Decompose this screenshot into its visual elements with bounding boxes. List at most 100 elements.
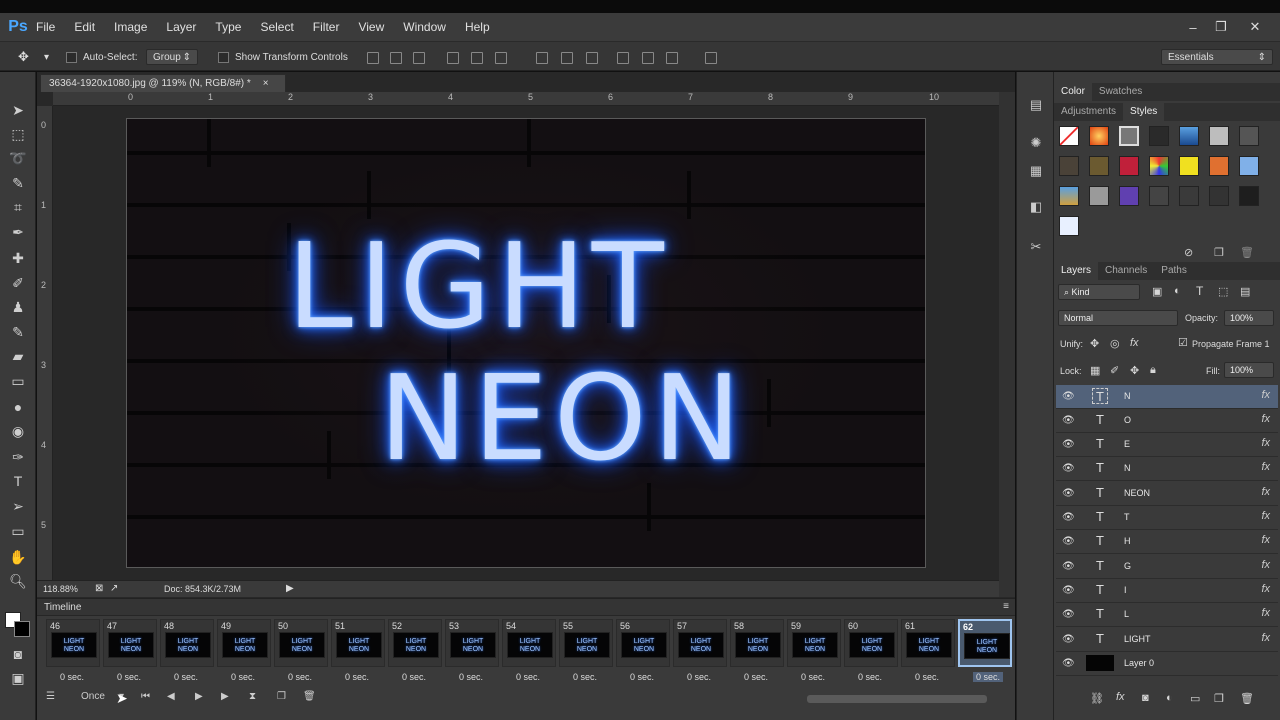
distribute-right-icon[interactable] — [666, 52, 678, 64]
layer-name[interactable]: G — [1124, 561, 1131, 571]
frame-delay[interactable]: 0 sec. — [744, 672, 768, 682]
fill-input[interactable]: 100% — [1224, 362, 1274, 378]
style-swatch[interactable] — [1239, 156, 1259, 176]
quick-select-tool-icon[interactable]: ✎ — [8, 173, 28, 193]
frame-delay[interactable]: 0 sec. — [573, 672, 597, 682]
visibility-eye-icon[interactable]: 👁︎ — [1062, 415, 1075, 426]
neon-text-neon[interactable]: NEON — [379, 359, 747, 477]
layer-name[interactable]: NEON — [1124, 488, 1150, 498]
style-swatch[interactable] — [1209, 126, 1229, 146]
frame-delay-selected[interactable]: 0 sec. — [973, 672, 1004, 682]
distribute-hcenter-icon[interactable] — [642, 52, 654, 64]
layer-effects-icon[interactable]: fx — [1261, 389, 1270, 401]
layer-effects-icon[interactable]: fx — [1261, 632, 1270, 644]
frame-delay[interactable]: 0 sec. — [516, 672, 540, 682]
distribute-left-icon[interactable] — [617, 52, 629, 64]
propagate-checkbox-icon[interactable]: ☑ — [1178, 336, 1188, 349]
frame-delay[interactable]: 0 sec. — [687, 672, 711, 682]
layer-effects-icon[interactable]: fx — [1261, 461, 1270, 473]
auto-align-icon[interactable] — [705, 52, 717, 64]
align-bottom-icon[interactable] — [413, 52, 425, 64]
panel-menu-icon[interactable]: ≡ — [1003, 601, 1009, 612]
frame-delay[interactable]: 0 sec. — [345, 672, 369, 682]
layer-row[interactable]: 👁︎ T L fx — [1056, 603, 1278, 627]
layer-effects-icon[interactable]: fx — [1261, 607, 1270, 619]
layer-name[interactable]: L — [1124, 609, 1129, 619]
style-swatch[interactable] — [1119, 156, 1139, 176]
timeline-frame[interactable]: 58 LIGHT NEON — [730, 619, 784, 667]
layer-name[interactable]: H — [1124, 536, 1131, 546]
frame-delay[interactable]: 0 sec. — [231, 672, 255, 682]
style-swatch[interactable] — [1209, 186, 1229, 206]
marquee-tool-icon[interactable]: ⬚ — [8, 124, 28, 144]
timeline-frame[interactable]: 51 LIGHT NEON — [331, 619, 385, 667]
frame-delay[interactable]: 0 sec. — [402, 672, 426, 682]
auto-select-dropdown[interactable]: Group ⇕ — [146, 49, 198, 65]
layer-name[interactable]: O — [1124, 415, 1131, 425]
style-swatch[interactable] — [1239, 186, 1259, 206]
previous-frame-icon[interactable]: ◀ — [167, 691, 175, 702]
layer-name[interactable]: LIGHT — [1124, 634, 1151, 644]
layer-kind-filter[interactable]: ⌕ Kind — [1058, 284, 1140, 300]
style-swatch[interactable] — [1149, 126, 1169, 146]
align-hcenter-icon[interactable] — [471, 52, 483, 64]
pen-tool-icon[interactable]: ✑ — [8, 447, 28, 467]
visibility-eye-icon[interactable]: 👁︎ — [1062, 391, 1075, 402]
style-swatch[interactable] — [1239, 126, 1259, 146]
background-color-swatch[interactable] — [14, 621, 30, 637]
timeline-frame[interactable]: 61 LIGHT NEON — [901, 619, 955, 667]
layer-row[interactable]: 👁︎ T NEON fx — [1056, 482, 1278, 506]
new-style-icon[interactable]: ❐ — [1214, 246, 1224, 259]
layer-name[interactable]: Layer 0 — [1124, 658, 1154, 668]
zoom-level[interactable]: 118.88% — [43, 584, 78, 594]
show-transform-checkbox[interactable]: Show Transform Controls — [218, 49, 348, 65]
layer-row[interactable]: 👁︎ T O fx — [1056, 409, 1278, 433]
frame-delay[interactable]: 0 sec. — [630, 672, 654, 682]
frame-delay[interactable]: 0 sec. — [117, 672, 141, 682]
horizontal-ruler[interactable]: 0 1 2 3 4 5 6 7 8 9 10 — [53, 92, 999, 106]
close-tab-icon[interactable]: × — [263, 78, 269, 89]
layer-row[interactable]: 👁︎ T G fx — [1056, 555, 1278, 579]
screen-mode-icon[interactable]: ▣ — [8, 668, 28, 688]
history-panel-icon[interactable]: ▤ — [1027, 96, 1045, 114]
filter-shape-icon[interactable]: ⬚ — [1218, 285, 1228, 298]
timeline-frame[interactable]: 48 LIGHT NEON — [160, 619, 214, 667]
filter-smart-object-icon[interactable]: ▤ — [1240, 285, 1250, 298]
visibility-eye-icon[interactable]: 👁︎ — [1062, 512, 1075, 523]
style-swatch[interactable] — [1179, 156, 1199, 176]
style-swatch[interactable] — [1179, 186, 1199, 206]
crop-tool-icon[interactable]: ⌗ — [8, 197, 28, 217]
visibility-eye-icon[interactable]: 👁︎ — [1062, 609, 1075, 620]
timeline-frame[interactable]: 60 LIGHT NEON — [844, 619, 898, 667]
layer-row[interactable]: 👁︎ T H fx — [1056, 530, 1278, 554]
workspace-dropdown[interactable]: Essentials ⇕ — [1161, 49, 1273, 65]
gradient-tool-icon[interactable]: ▭ — [8, 371, 28, 391]
layer-row[interactable]: 👁︎ T LIGHT fx — [1056, 628, 1278, 652]
style-swatch[interactable] — [1089, 186, 1109, 206]
layer-effects-icon[interactable]: fx — [1261, 413, 1270, 425]
style-swatch[interactable] — [1209, 156, 1229, 176]
timeline-frame[interactable]: 57 LIGHT NEON — [673, 619, 727, 667]
clear-style-icon[interactable]: ⊘ — [1184, 246, 1193, 259]
align-vcenter-icon[interactable] — [390, 52, 402, 64]
timeline-frame[interactable]: 52 LIGHT NEON — [388, 619, 442, 667]
visibility-eye-icon[interactable]: 👁︎ — [1062, 634, 1075, 645]
lock-all-icon[interactable]: 🔒︎ — [1150, 364, 1156, 377]
filter-type-icon[interactable]: T — [1196, 284, 1203, 298]
move-tool-icon[interactable]: ➤ — [8, 100, 28, 120]
menu-layer[interactable]: Layer — [166, 20, 196, 34]
distribute-top-icon[interactable] — [536, 52, 548, 64]
frame-delay[interactable]: 0 sec. — [459, 672, 483, 682]
menu-filter[interactable]: Filter — [313, 20, 340, 34]
layer-row[interactable]: 👁︎ T T fx — [1056, 506, 1278, 530]
minimize-button[interactable]: – — [1178, 13, 1208, 41]
status-info-icon[interactable]: ⊠ — [95, 583, 103, 594]
menu-view[interactable]: View — [358, 20, 384, 34]
tab-adjustments[interactable]: Adjustments — [1054, 103, 1123, 121]
style-swatch[interactable] — [1089, 156, 1109, 176]
frame-delay[interactable]: 0 sec. — [801, 672, 825, 682]
distribute-bottom-icon[interactable] — [586, 52, 598, 64]
auto-select-checkbox[interactable]: Auto-Select: — [66, 49, 137, 65]
status-export-icon[interactable]: ↗ — [110, 583, 118, 594]
convert-timeline-icon[interactable]: ☰ — [46, 691, 55, 702]
